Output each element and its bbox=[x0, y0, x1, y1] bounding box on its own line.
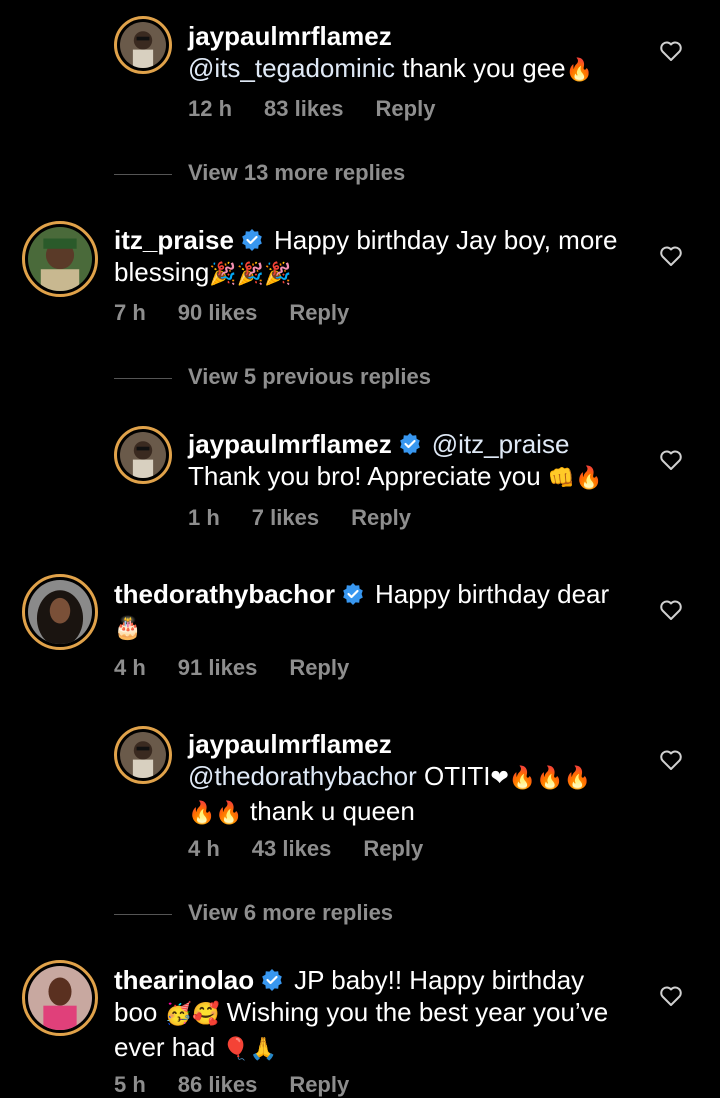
mention-link[interactable]: @itz_praise bbox=[432, 429, 570, 459]
comment-meta: 5 h 86 likes Reply bbox=[114, 1072, 381, 1098]
comment-text: thedorathybachor Happy birthday dear 🎂 bbox=[114, 578, 654, 645]
heart-outline-icon[interactable] bbox=[659, 449, 683, 471]
mention-link[interactable]: @its_tegadominic bbox=[188, 53, 395, 83]
heart-outline-icon[interactable] bbox=[659, 985, 683, 1007]
heart-outline-icon[interactable] bbox=[659, 599, 683, 621]
birthday-cake-emoji: 🎂 bbox=[114, 616, 142, 641]
comment-body: OTITI bbox=[416, 761, 491, 791]
heart-fire-emoji: ❤🔥🔥🔥 bbox=[490, 766, 592, 791]
party-popper-emoji: 🎉🎉🎉 bbox=[209, 262, 292, 287]
timestamp: 12 h bbox=[188, 96, 233, 121]
likes-count[interactable]: 83 likes bbox=[264, 96, 344, 122]
timestamp: 5 h bbox=[114, 1072, 146, 1097]
comment-meta: 1 h 7 likes Reply bbox=[188, 505, 443, 531]
fire-emoji: 🔥 bbox=[565, 58, 594, 83]
username[interactable]: itz_praise bbox=[114, 225, 234, 255]
avatar-image bbox=[120, 732, 166, 778]
likes-count[interactable]: 86 likes bbox=[178, 1072, 258, 1098]
view-replies-label: View 6 more replies bbox=[188, 900, 394, 925]
heart-outline-icon[interactable] bbox=[659, 245, 683, 267]
reply-button[interactable]: Reply bbox=[289, 300, 349, 326]
avatar-image bbox=[120, 22, 166, 68]
verified-badge-icon bbox=[262, 969, 282, 991]
username[interactable]: jaypaulmrflamez bbox=[188, 729, 392, 759]
comment-text: jaypaulmrflamez @itz_praise Thank you bro… bbox=[188, 428, 648, 495]
avatar-image bbox=[120, 432, 166, 478]
reply-button[interactable]: Reply bbox=[351, 505, 411, 531]
timestamp: 7 h bbox=[114, 300, 146, 325]
comment-body: boo bbox=[114, 997, 165, 1027]
reply-button[interactable]: Reply bbox=[376, 96, 436, 122]
avatar-image bbox=[28, 227, 92, 291]
balloon-pray-emoji: 🎈🙏 bbox=[222, 1037, 278, 1062]
likes-count[interactable]: 7 likes bbox=[252, 505, 319, 531]
comment-meta: 4 h 43 likes Reply bbox=[188, 836, 455, 862]
comment-meta: 12 h 83 likes Reply bbox=[188, 96, 467, 122]
reply-button[interactable]: Reply bbox=[363, 836, 423, 862]
comment-body: thank u queen bbox=[242, 796, 415, 826]
heart-outline-icon[interactable] bbox=[659, 40, 683, 62]
avatar[interactable] bbox=[114, 426, 172, 484]
fire-emoji: 🔥🔥 bbox=[188, 801, 243, 826]
divider-line bbox=[114, 913, 172, 915]
comment-body: thank you gee bbox=[395, 53, 566, 83]
mention-link[interactable]: @thedorathybachor bbox=[188, 761, 417, 791]
avatar-image bbox=[28, 966, 92, 1030]
timestamp: 4 h bbox=[188, 836, 220, 861]
likes-count[interactable]: 91 likes bbox=[178, 655, 258, 681]
comment-text: thearinolao JP baby!! Happy birthday boo … bbox=[114, 964, 654, 1066]
fist-fire-emoji: 👊🔥 bbox=[547, 466, 603, 491]
heart-outline-icon[interactable] bbox=[659, 749, 683, 771]
divider-line bbox=[114, 173, 172, 175]
avatar[interactable] bbox=[22, 221, 98, 297]
view-more-replies-button[interactable]: View 6 more replies bbox=[114, 900, 393, 926]
comment-body: Happy birthday dear bbox=[375, 579, 610, 609]
comment-body: Thank you bro! Appreciate you bbox=[188, 461, 548, 491]
view-previous-replies-button[interactable]: View 5 previous replies bbox=[114, 364, 431, 390]
view-replies-label: View 5 previous replies bbox=[188, 364, 431, 389]
comment-text: itz_praise Happy birthday Jay boy, more b… bbox=[114, 224, 654, 291]
username[interactable]: thearinolao bbox=[114, 965, 254, 995]
view-replies-label: View 13 more replies bbox=[188, 160, 406, 185]
username[interactable]: jaypaulmrflamez bbox=[188, 21, 392, 51]
comment-meta: 7 h 90 likes Reply bbox=[114, 300, 381, 326]
comment-body: Wishing you the best year you’ve bbox=[219, 997, 609, 1027]
username[interactable]: thedorathybachor bbox=[114, 579, 335, 609]
divider-line bbox=[114, 377, 172, 379]
avatar-image bbox=[28, 580, 92, 644]
likes-count[interactable]: 43 likes bbox=[252, 836, 332, 862]
comment-body: JP baby!! Happy birthday bbox=[294, 965, 585, 995]
username[interactable]: jaypaulmrflamez bbox=[188, 429, 392, 459]
timestamp: 1 h bbox=[188, 505, 220, 530]
view-more-replies-button[interactable]: View 13 more replies bbox=[114, 160, 405, 186]
avatar[interactable] bbox=[114, 16, 172, 74]
timestamp: 4 h bbox=[114, 655, 146, 680]
comment-text: jaypaulmrflamez @its_tegadominic thank y… bbox=[188, 20, 648, 87]
comment-meta: 4 h 91 likes Reply bbox=[114, 655, 381, 681]
likes-count[interactable]: 90 likes bbox=[178, 300, 258, 326]
verified-badge-icon bbox=[242, 229, 262, 251]
avatar[interactable] bbox=[22, 574, 98, 650]
verified-badge-icon bbox=[343, 583, 363, 605]
reply-button[interactable]: Reply bbox=[289, 655, 349, 681]
avatar[interactable] bbox=[22, 960, 98, 1036]
avatar[interactable] bbox=[114, 726, 172, 784]
verified-badge-icon bbox=[399, 433, 420, 455]
comment-body: ever had bbox=[114, 1032, 223, 1062]
reply-button[interactable]: Reply bbox=[289, 1072, 349, 1098]
comment-text: jaypaulmrflamez @thedorathybachor OTITI❤… bbox=[188, 728, 648, 830]
comment-body: Happy birthday Jay boy, more bbox=[273, 225, 618, 255]
comment-body: blessing bbox=[114, 257, 210, 287]
party-face-emoji: 🥳🥰 bbox=[164, 1002, 220, 1027]
